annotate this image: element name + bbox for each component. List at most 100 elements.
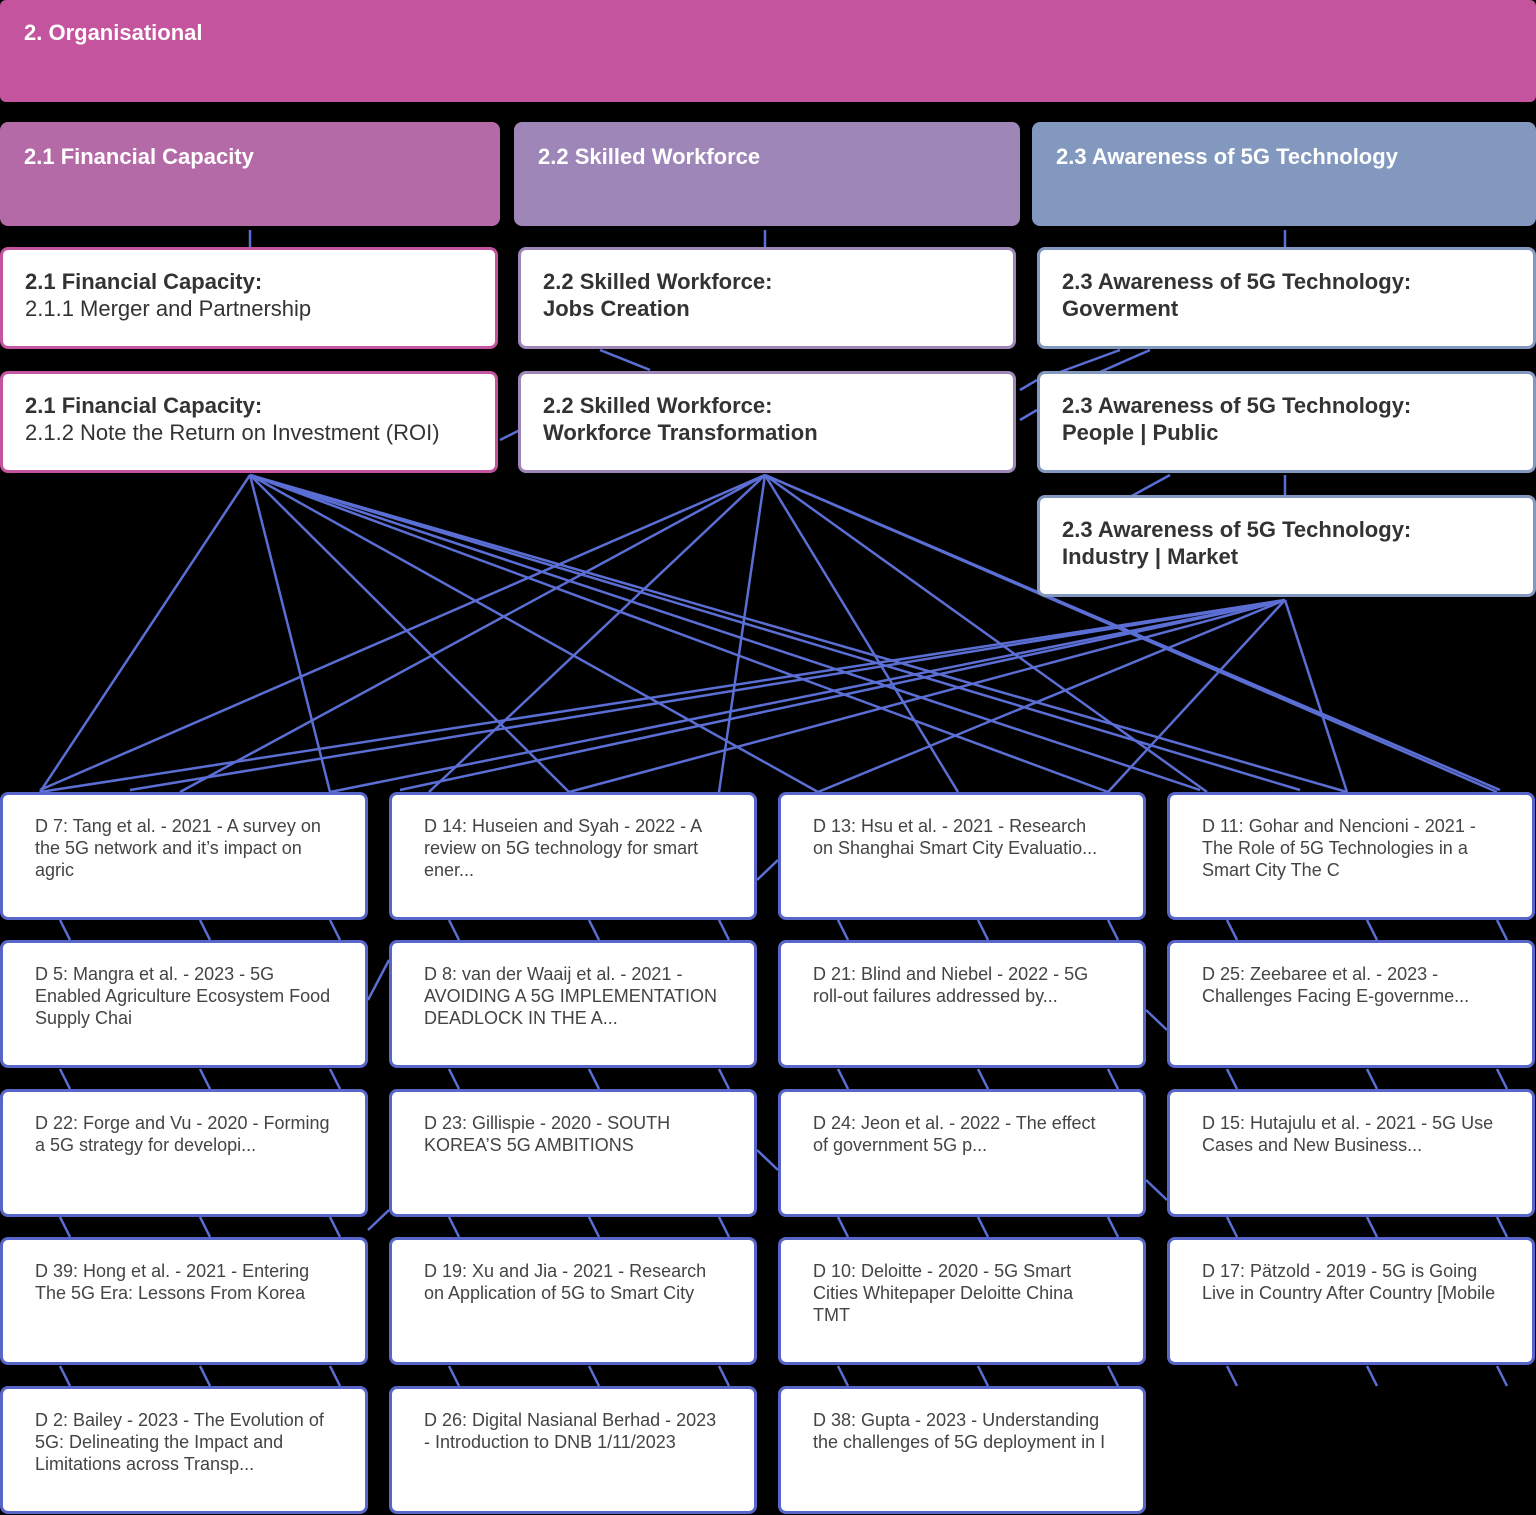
node-people-public[interactable]: 2.3 Awareness of 5G Technology: People |…: [1037, 371, 1536, 473]
document-card[interactable]: D 39: Hong et al. - 2021 - Entering The …: [0, 1237, 368, 1365]
connector-line: [58, 1365, 72, 1387]
node-subtitle: People | Public: [1062, 420, 1219, 445]
connector-line: [447, 919, 461, 941]
connector-line: [329, 598, 1286, 794]
category-skilled-workforce: 2.2 Skilled Workforce: [514, 122, 1020, 226]
connector-line: [1495, 919, 1509, 941]
connector-line: [58, 1068, 72, 1090]
connector-line: [1106, 1068, 1120, 1090]
node-return-on-investment[interactable]: 2.1 Financial Capacity: 2.1.2 Note the R…: [0, 371, 498, 473]
connector-line: [976, 919, 990, 941]
document-card[interactable]: D 24: Jeon et al. - 2022 - The effect of…: [778, 1089, 1146, 1217]
node-subtitle: 2.1.2 Note the Return on Investment (ROI…: [25, 420, 440, 445]
category-label: 2.2 Skilled Workforce: [538, 144, 761, 169]
connector-line: [198, 919, 212, 941]
connector-line: [58, 919, 72, 941]
connector-line: [249, 474, 570, 793]
connector-line: [1365, 1068, 1379, 1090]
connector-line: [328, 1365, 342, 1387]
document-card[interactable]: D 38: Gupta - 2023 - Understanding the c…: [778, 1386, 1146, 1514]
node-title: 2.1 Financial Capacity:: [25, 393, 263, 418]
document-card[interactable]: D 25: Zeebaree et al. - 2023 - Challenge…: [1167, 940, 1535, 1068]
connector-line: [756, 1149, 779, 1171]
connector-line: [58, 1216, 72, 1238]
connector-line: [587, 919, 601, 941]
connector-line: [328, 1068, 342, 1090]
connector-line: [1129, 473, 1171, 499]
header-title: 2. Organisational: [24, 20, 203, 45]
connector-line: [366, 959, 391, 1001]
connector-line: [836, 1216, 850, 1238]
connector-line: [428, 474, 766, 793]
document-card[interactable]: D 13: Hsu et al. - 2021 - Research on Sh…: [778, 792, 1146, 920]
connector-line: [717, 1068, 731, 1090]
connector-line: [1495, 1068, 1509, 1090]
node-government[interactable]: 2.3 Awareness of 5G Technology: Govermen…: [1037, 247, 1536, 349]
document-card[interactable]: D 11: Gohar and Nencioni - 2021 - The Ro…: [1167, 792, 1535, 920]
document-card[interactable]: D 23: Gillispie - 2020 - SOUTH KOREA’S 5…: [389, 1089, 757, 1217]
document-card[interactable]: D 19: Xu and Jia - 2021 - Research on Ap…: [389, 1237, 757, 1365]
connector-line: [499, 428, 521, 442]
node-merger-partnership[interactable]: 2.1 Financial Capacity: 2.1.1 Merger and…: [0, 247, 498, 349]
node-subtitle: 2.1.1 Merger and Partnership: [25, 296, 312, 321]
connector-line: [1225, 919, 1239, 941]
document-card[interactable]: D 8: van der Waaij et al. - 2021 - AVOID…: [389, 940, 757, 1068]
document-card[interactable]: D 2: Bailey - 2023 - The Evolution of 5G…: [0, 1386, 368, 1514]
document-card[interactable]: D 15: Hutajulu et al. - 2021 - 5G Use Ca…: [1167, 1089, 1535, 1217]
node-subtitle: Workforce Transformation: [543, 420, 818, 445]
node-title: 2.3 Awareness of 5G Technology:: [1062, 393, 1412, 418]
document-card[interactable]: D 26: Digital Nasianal Berhad - 2023 - I…: [389, 1386, 757, 1514]
document-card[interactable]: D 22: Forge and Vu - 2020 - Forming a 5G…: [0, 1089, 368, 1217]
connector-line: [129, 598, 1286, 792]
document-card[interactable]: D 14: Huseien and Syah - 2022 - A review…: [389, 792, 757, 920]
connector-line: [587, 1216, 601, 1238]
connector-line: [1107, 599, 1286, 793]
connector-line: [976, 1068, 990, 1090]
organisational-header: 2. Organisational: [0, 0, 1536, 102]
connector-line: [1495, 1216, 1509, 1238]
connector-line: [756, 859, 779, 881]
connector-line: [198, 1068, 212, 1090]
connector-line: [447, 1216, 461, 1238]
connector-line: [1019, 408, 1038, 422]
category-label: 2.1 Financial Capacity: [24, 144, 254, 169]
connector-line: [1365, 1216, 1379, 1238]
node-workforce-transformation[interactable]: 2.2 Skilled Workforce: Workforce Transfo…: [518, 371, 1016, 473]
node-title: 2.2 Skilled Workforce:: [543, 393, 773, 418]
connector-line: [249, 473, 1109, 794]
connector-line: [1225, 1216, 1239, 1238]
document-card[interactable]: D 17: Pätzold - 2019 - 5G is Going Live …: [1167, 1237, 1535, 1365]
document-card[interactable]: D 10: Deloitte - 2020 - 5G Smart Cities …: [778, 1237, 1146, 1365]
category-awareness-5g: 2.3 Awareness of 5G Technology: [1032, 122, 1536, 226]
connector-line: [763, 474, 960, 793]
connector-line: [39, 473, 766, 792]
connector-line: [38, 474, 252, 793]
connector-line: [1106, 1365, 1120, 1387]
connector-line: [976, 1216, 990, 1238]
connector-line: [1495, 1365, 1509, 1387]
node-title: 2.3 Awareness of 5G Technology:: [1062, 269, 1412, 294]
connector-line: [976, 1365, 990, 1387]
document-card[interactable]: D 21: Blind and Niebel - 2022 - 5G roll-…: [778, 940, 1146, 1068]
connector-line: [198, 1365, 212, 1387]
node-subtitle: Goverment: [1062, 296, 1179, 321]
connector-line: [1365, 919, 1379, 941]
connector-line: [1106, 919, 1120, 941]
connector-line: [1019, 378, 1038, 392]
connector-line: [179, 473, 766, 794]
connector-line: [587, 1365, 601, 1387]
connector-line: [836, 919, 850, 941]
connector-line: [447, 1365, 461, 1387]
node-title: 2.3 Awareness of 5G Technology:: [1062, 517, 1412, 542]
connector-line: [248, 474, 332, 793]
connector-line: [1106, 1216, 1120, 1238]
node-subtitle: Jobs Creation: [543, 296, 690, 321]
node-jobs-creation[interactable]: 2.2 Skilled Workforce: Jobs Creation: [518, 247, 1016, 349]
connector-line: [717, 474, 767, 793]
connector-line: [817, 598, 1286, 794]
connector-line: [249, 473, 819, 794]
node-industry-market[interactable]: 2.3 Awareness of 5G Technology: Industry…: [1037, 495, 1536, 597]
connector-line: [717, 1216, 731, 1238]
document-card[interactable]: D 5: Mangra et al. - 2023 - 5G Enabled A…: [0, 940, 368, 1068]
document-card[interactable]: D 7: Tang et al. - 2021 - A survey on th…: [0, 792, 368, 920]
